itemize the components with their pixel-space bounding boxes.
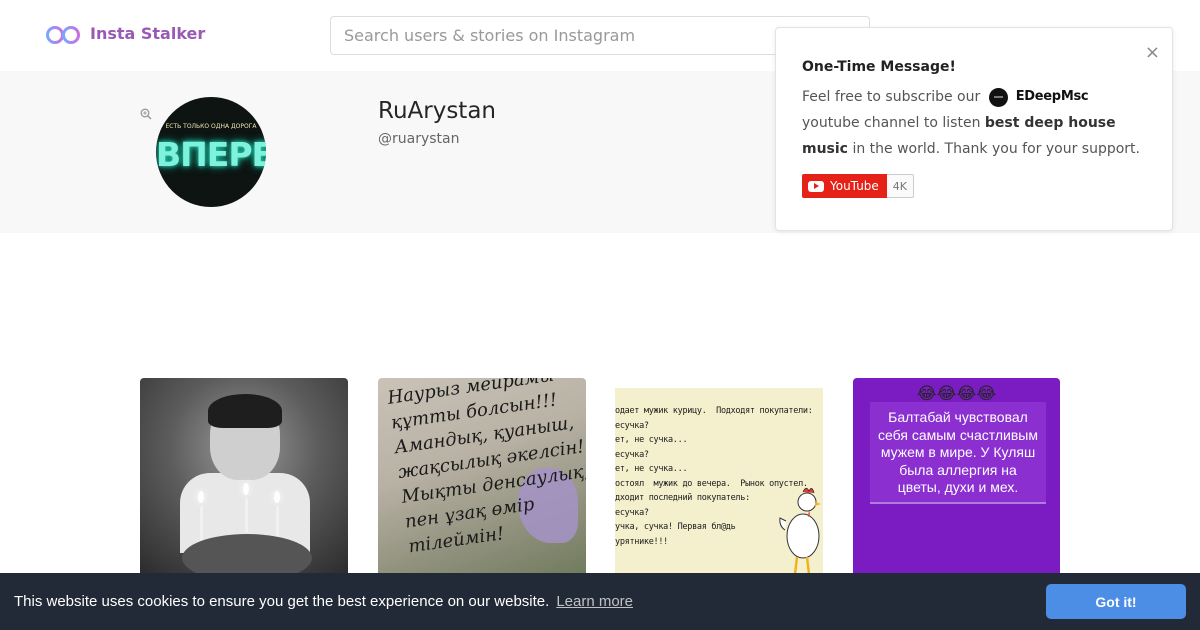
post-4-text: Балтабай чувствовал себя самым счастливы… [878,409,1038,495]
post-image-child-hair [208,394,282,428]
channel-logo-icon [988,87,1008,107]
post-thumbnail-4[interactable]: 😂😂😂😂 Балтабай чувствовал себя самым счас… [853,378,1060,578]
profile-handle: @ruarystan [378,131,460,147]
profile-avatar[interactable]: ЕСТЬ ТОЛЬКО ОДНА ДОРОГА ВПЕРЕД [156,97,266,207]
cookie-learn-more-link[interactable]: Learn more [556,593,633,610]
popup-text-start: Feel free to subscribe our [802,89,981,105]
post-thumbnail-2[interactable]: Наурыз мейрамы құтты болсын!!! Амандық, … [378,378,586,578]
post-thumbnail-1[interactable] [140,378,348,578]
one-time-message-popup: × One-Time Message! Feel free to subscri… [775,27,1173,231]
youtube-label: YouTube [830,179,879,193]
channel-brand[interactable]: EDeepMsc [988,84,1089,110]
youtube-subscribe-widget[interactable]: YouTube 4K [802,174,915,198]
laughing-emoji-icon: 😂😂😂😂 [916,384,997,404]
candle [200,506,203,540]
cookie-message: This website uses cookies to ensure you … [14,593,633,610]
infinity-glasses-icon [44,22,82,44]
youtube-play-icon [808,180,824,192]
youtube-subscribe-button[interactable]: YouTube [802,174,887,198]
candle-flame [198,491,204,503]
channel-name: EDeepMsc [1015,89,1089,104]
cookie-accept-button[interactable]: Got it! [1046,584,1186,619]
avatar-headline: ВПЕРЕД [156,135,266,174]
cookie-consent-bar: This website uses cookies to ensure you … [0,573,1200,630]
site-logo[interactable]: Insta Stalker [44,22,205,44]
post-image-cake [182,534,312,578]
profile-name: RuArystan [378,98,496,124]
rooster-cartoon-icon [779,487,821,575]
candle [245,498,248,532]
cookie-message-text: This website uses cookies to ensure you … [14,593,550,610]
avatar-caption: ЕСТЬ ТОЛЬКО ОДНА ДОРОГА [165,123,257,130]
youtube-subscriber-count: 4K [886,174,915,198]
popup-body: Feel free to subscribe our EDeepMsc yout… [802,84,1152,162]
candle-flame [243,483,249,495]
popup-text-end: in the world. Thank you for your support… [852,141,1140,157]
popup-title: One-Time Message! [802,59,956,75]
popup-text-mid: youtube channel to listen [802,115,981,131]
post-2-text: Наурыз мейрамы құтты болсын!!! Амандық, … [386,378,586,558]
zoom-in-icon[interactable] [140,105,152,120]
logo-text: Insta Stalker [90,23,206,43]
post-3-top-strip [615,378,823,388]
candle [276,506,279,540]
post-thumbnail-3[interactable]: одает мужик курицу. Подходят покупатели:… [615,378,823,578]
close-icon[interactable]: × [1145,44,1160,62]
candle-flame [274,491,280,503]
